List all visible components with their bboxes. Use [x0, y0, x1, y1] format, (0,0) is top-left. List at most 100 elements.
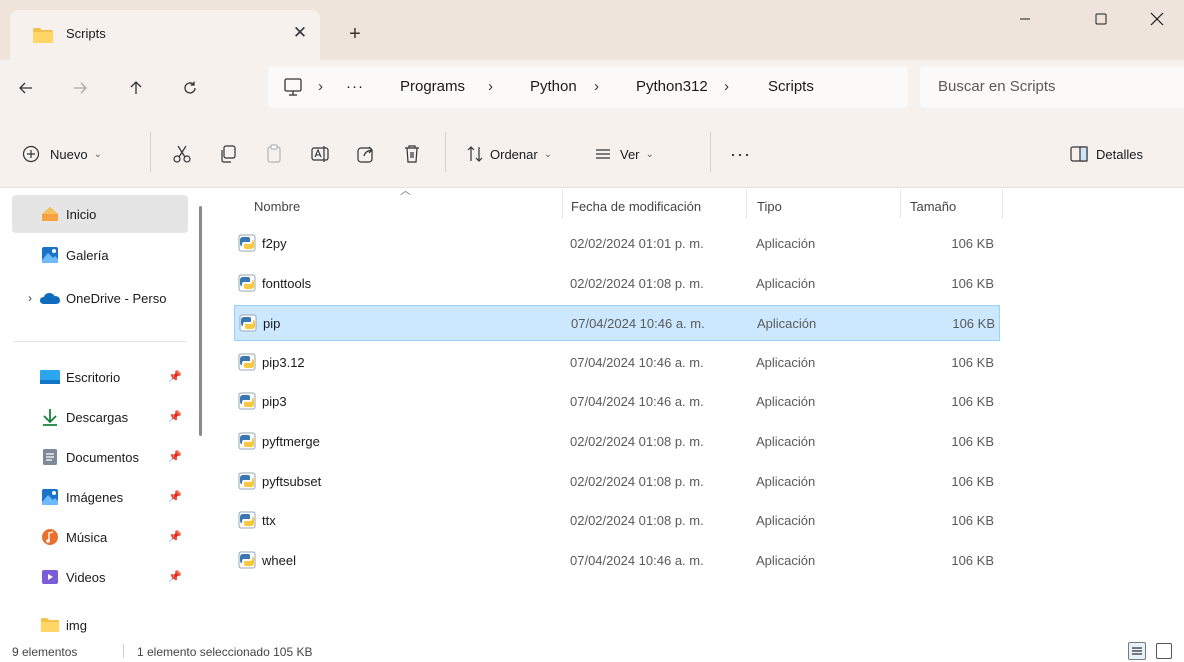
minimize-icon — [1020, 18, 1030, 20]
breadcrumb-scripts[interactable]: Scripts — [768, 78, 814, 95]
more-options-button[interactable]: ··· — [730, 140, 751, 168]
navigation-bar: › ··· Programs › Python › Python312 › Sc… — [0, 60, 1184, 118]
title-bar: Scripts ✕ + — [0, 0, 1184, 60]
sort-button[interactable]: Ordenar ⌄ — [466, 140, 552, 168]
new-button[interactable]: Nuevo ⌄ — [22, 140, 102, 168]
scissors-icon — [173, 145, 191, 163]
tab-scripts[interactable]: Scripts ✕ — [10, 10, 320, 60]
search-input[interactable]: Buscar en Scripts — [920, 66, 1184, 108]
sidebar-item-img[interactable]: img — [12, 606, 188, 644]
details-pane-icon — [1070, 146, 1088, 162]
sidebar-item-label: OneDrive - Perso — [66, 290, 167, 306]
documents-icon — [40, 447, 60, 467]
status-bar: 9 elementos 1 elemento seleccionado 105 … — [0, 640, 1184, 662]
python-app-icon — [238, 432, 256, 450]
chevron-down-icon: ⌄ — [543, 148, 553, 160]
close-tab-icon[interactable]: ✕ — [290, 21, 310, 45]
sidebar-item-descargas[interactable]: Descargas 📌 — [12, 398, 188, 436]
file-row[interactable]: pyftsubset 02/02/2024 01:08 p. m. Aplicaci… — [234, 464, 1000, 500]
breadcrumb-programs[interactable]: Programs — [400, 78, 465, 95]
file-type: Aplicación — [756, 236, 816, 251]
refresh-button[interactable] — [172, 72, 208, 104]
sidebar-item-escritorio[interactable]: Escritorio 📌 — [12, 358, 188, 396]
trash-icon — [405, 145, 419, 163]
sidebar-scrollbar[interactable] — [199, 206, 202, 436]
sidebar-item-onedrive[interactable]: › OneDrive - Perso — [12, 279, 188, 317]
address-bar[interactable]: › ··· Programs › Python › Python312 › Sc… — [268, 66, 908, 108]
toolbar-divider — [150, 132, 151, 172]
command-bar: Nuevo ⌄ Ordenar ⌄ Ver ⌄ ··· Detalles — [0, 118, 1184, 188]
column-header-type[interactable]: Tipo — [757, 190, 782, 222]
breadcrumb-python[interactable]: Python — [530, 78, 577, 95]
file-row[interactable]: pip3 07/04/2024 10:46 a. m. Aplicación 106 … — [234, 384, 1000, 420]
chevron-right-icon[interactable]: › — [28, 291, 32, 305]
column-separator[interactable] — [746, 190, 747, 218]
view-button[interactable]: Ver ⌄ — [594, 140, 654, 168]
column-separator[interactable] — [562, 190, 563, 218]
file-row[interactable]: pyftmerge 02/02/2024 01:08 p. m. Aplicació… — [234, 424, 1000, 460]
sidebar-item-label: Escritorio — [66, 369, 121, 385]
maximize-button[interactable] — [1070, 0, 1132, 38]
file-type: Aplicación — [756, 434, 816, 449]
sidebar-item-galeria[interactable]: Galería — [12, 236, 188, 274]
sidebar-item-label: Documentos — [66, 449, 139, 465]
column-separator[interactable] — [1002, 190, 1003, 218]
forward-button[interactable] — [62, 72, 98, 104]
sidebar-item-musica[interactable]: Música 📌 — [12, 518, 188, 556]
file-date-modified: 07/04/2024 10:46 a. m. — [570, 354, 704, 370]
breadcrumb-overflow[interactable]: ··· — [346, 78, 364, 95]
details-button-label: Detalles — [1096, 146, 1143, 162]
share-button[interactable] — [356, 140, 376, 168]
pin-icon[interactable]: 📌 — [168, 450, 182, 463]
details-view-button[interactable] — [1128, 642, 1146, 660]
file-row[interactable]: wheel 07/04/2024 10:46 a. m. Aplicación 106… — [234, 543, 1000, 579]
clipboard-icon — [267, 144, 281, 163]
breadcrumb-separator: › — [594, 78, 599, 95]
file-name: pip — [263, 316, 281, 332]
breadcrumb-separator: › — [488, 78, 493, 95]
file-row[interactable]: fonttools 02/02/2024 01:08 p. m. Aplicació… — [234, 266, 1000, 302]
column-header-date[interactable]: Fecha de modificación — [571, 190, 701, 222]
back-button[interactable] — [8, 72, 44, 104]
up-button[interactable] — [118, 72, 154, 104]
details-button[interactable]: Detalles — [1070, 140, 1143, 168]
column-separator[interactable] — [900, 190, 901, 218]
column-header-size[interactable]: Tamaño — [910, 190, 956, 222]
refresh-icon — [184, 81, 196, 94]
new-tab-button[interactable]: + — [340, 20, 370, 50]
pin-icon[interactable]: 📌 — [168, 410, 182, 423]
file-date-modified: 07/04/2024 10:46 a. m. — [571, 316, 705, 332]
breadcrumb-python312[interactable]: Python312 — [636, 78, 708, 95]
sidebar-item-label: Imágenes — [66, 489, 124, 505]
search-placeholder: Buscar en Scripts — [938, 78, 1056, 95]
sort-icon — [467, 146, 483, 162]
sidebar-item-label: Descargas — [66, 409, 129, 425]
sidebar-item-inicio[interactable]: Inicio — [12, 195, 188, 233]
sidebar-item-imagenes[interactable]: Imágenes 📌 — [12, 478, 188, 516]
paste-button[interactable] — [264, 140, 284, 168]
copy-button[interactable] — [218, 140, 238, 168]
file-row[interactable]: f2py 02/02/2024 01:01 p. m. Aplicación 106 … — [234, 226, 1000, 262]
large-icons-view-button[interactable] — [1156, 643, 1172, 659]
file-name: f2py — [262, 236, 287, 251]
file-row[interactable]: ttx 02/02/2024 01:08 p. m. Aplicación 106 K… — [234, 503, 1000, 539]
pin-icon[interactable]: 📌 — [168, 370, 182, 383]
file-row[interactable]: pip3.12 07/04/2024 10:46 a. m. Aplicación 1… — [234, 345, 1000, 381]
cut-button[interactable] — [172, 140, 192, 168]
delete-button[interactable] — [402, 140, 422, 168]
close-window-button[interactable] — [1126, 0, 1184, 38]
column-header-name[interactable]: Nombre — [254, 190, 300, 222]
sidebar-item-documentos[interactable]: Documentos 📌 — [12, 438, 188, 476]
python-app-icon — [238, 353, 256, 371]
pin-icon[interactable]: 📌 — [168, 530, 182, 543]
file-row[interactable]: pip 07/04/2024 10:46 a. m. Aplicación 106 K… — [234, 305, 1000, 342]
sidebar-item-videos[interactable]: Videos 📌 — [12, 558, 188, 596]
rename-button[interactable] — [310, 140, 330, 168]
file-type: Aplicación — [756, 275, 816, 291]
python-app-icon — [238, 472, 256, 490]
minimize-button[interactable] — [994, 0, 1056, 38]
file-type: Aplicación — [757, 316, 817, 332]
pin-icon[interactable]: 📌 — [168, 570, 182, 583]
pin-icon[interactable]: 📌 — [168, 490, 182, 503]
videos-icon — [40, 567, 60, 587]
